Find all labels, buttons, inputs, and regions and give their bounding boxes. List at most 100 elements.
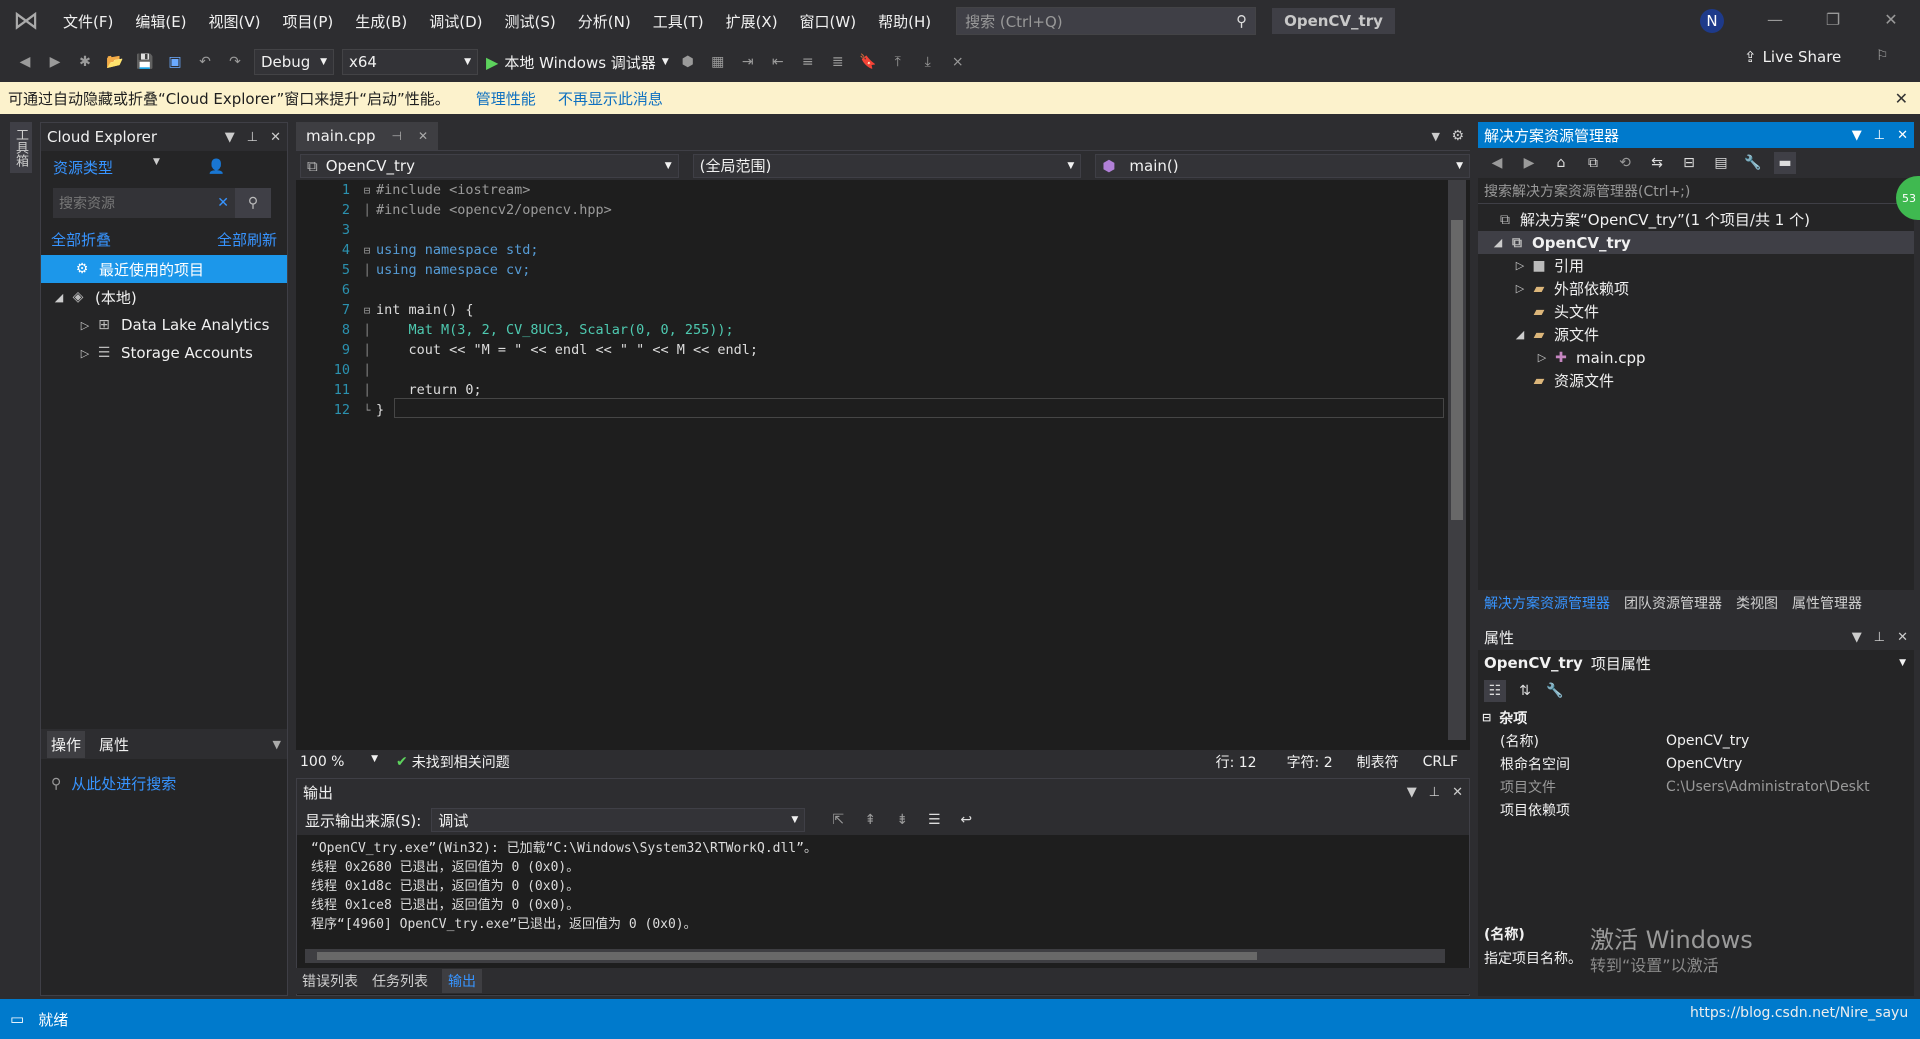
collapse-icon[interactable]: ⊟ <box>358 304 376 317</box>
dropdown-icon[interactable]: ▼ <box>225 130 235 145</box>
tab-mode-indicator[interactable]: 制表符 <box>1357 752 1399 772</box>
next-bookmark-icon[interactable]: ⤓ <box>917 51 939 73</box>
new-project-icon[interactable]: ✱ <box>74 51 96 73</box>
collapse-icon[interactable]: ⊟ <box>358 244 376 257</box>
menu-tools[interactable]: 工具(T) <box>642 11 715 32</box>
toolbox-tab[interactable]: 工具箱 <box>10 122 32 173</box>
tree-solution[interactable]: ⧉ 解决方案“OpenCV_try”(1 个项目/共 1 个) <box>1478 208 1914 231</box>
tree-main-cpp[interactable]: ▷ ✚ main.cpp <box>1478 346 1914 369</box>
menu-edit[interactable]: 编辑(E) <box>124 11 197 32</box>
tree-item-local[interactable]: ◢ ◈ (本地) <box>41 283 287 311</box>
show-all-files-icon[interactable]: ▤ <box>1710 152 1732 174</box>
collapse-icon[interactable]: ⊟ <box>358 184 376 197</box>
switch-views-icon[interactable]: ⧉ <box>1582 152 1604 174</box>
categorized-icon[interactable]: ☷ <box>1484 680 1506 702</box>
account-icon[interactable]: 👤 <box>208 159 225 175</box>
pin-icon[interactable]: ⊥ <box>247 130 258 145</box>
pending-changes-icon[interactable]: ⟲ <box>1614 152 1636 174</box>
feedback-icon[interactable]: ⚐ <box>1876 48 1889 64</box>
tab-solution-explorer[interactable]: 解决方案资源管理器 <box>1484 593 1610 613</box>
tree-header-files[interactable]: ▰ 头文件 <box>1478 300 1914 323</box>
code-area[interactable]: 1 ⊟ #include <iostream> 2 │ #include <opencv… <box>296 180 1446 740</box>
save-icon[interactable]: 💾 <box>134 51 156 73</box>
live-share-button[interactable]: ⇪ Live Share <box>1744 48 1841 66</box>
alphabetical-icon[interactable]: ⇅ <box>1514 680 1536 702</box>
menu-test[interactable]: 测试(S) <box>494 11 567 32</box>
menu-extensions[interactable]: 扩展(X) <box>715 11 789 32</box>
close-window-icon[interactable]: ✕ <box>1876 10 1906 29</box>
global-search-input[interactable]: 搜索 (Ctrl+Q) ⚲ <box>956 7 1257 35</box>
back-icon[interactable]: ◀ <box>14 51 36 73</box>
close-icon[interactable]: ✕ <box>1897 630 1908 645</box>
screenshot-icon[interactable]: ▦ <box>707 51 729 73</box>
collapse-all-icon[interactable]: ⊟ <box>1678 152 1700 174</box>
gear-icon[interactable]: ⚙ <box>1451 128 1464 144</box>
start-debugging-button[interactable]: ▶ 本地 Windows 调试器 ▼ <box>486 52 669 73</box>
issues-indicator[interactable]: ✔ 未找到相关问题 <box>396 752 510 772</box>
tree-resource-files[interactable]: ▰ 资源文件 <box>1478 369 1914 392</box>
close-icon[interactable]: ✕ <box>418 129 428 143</box>
forward-icon[interactable]: ▶ <box>1518 152 1540 174</box>
redo-icon[interactable]: ↷ <box>224 51 246 73</box>
back-icon[interactable]: ◀ <box>1486 152 1508 174</box>
pin-icon[interactable]: ⊥ <box>1874 630 1885 645</box>
tab-team-explorer[interactable]: 团队资源管理器 <box>1624 593 1722 613</box>
solution-search-input[interactable]: 搜索解决方案资源管理器(Ctrl+;) ⚲ <box>1478 178 1914 204</box>
close-icon[interactable]: ✕ <box>1895 89 1908 108</box>
menu-project[interactable]: 项目(P) <box>272 11 345 32</box>
refresh-all-link[interactable]: 全部刷新 <box>217 229 277 250</box>
prev-bookmark-icon[interactable]: ⤒ <box>887 51 909 73</box>
pin-icon[interactable]: ⊣ <box>392 129 402 143</box>
tab-property-manager[interactable]: 属性管理器 <box>1792 593 1862 613</box>
menu-view[interactable]: 视图(V) <box>198 11 272 32</box>
pin-icon[interactable]: ⊥ <box>1429 785 1440 800</box>
save-all-icon[interactable]: ▣ <box>164 51 186 73</box>
zoom-select[interactable]: 100 % ▼ <box>296 754 386 770</box>
forward-icon[interactable]: ▶ <box>44 51 66 73</box>
close-icon[interactable]: ✕ <box>270 130 281 145</box>
tab-class-view[interactable]: 类视图 <box>1736 593 1778 613</box>
close-icon[interactable]: ✕ <box>1452 785 1463 800</box>
account-avatar[interactable]: N <box>1700 9 1724 33</box>
comment-icon[interactable]: ≡ <box>797 51 819 73</box>
manage-performance-link[interactable]: 管理性能 <box>476 88 536 109</box>
bookmark-icon[interactable]: 🔖 <box>857 51 879 73</box>
property-row[interactable]: 项目依赖项 <box>1478 798 1914 821</box>
resource-search-input[interactable]: 搜索资源 ✕ <box>53 188 235 218</box>
indent-icon[interactable]: ⇥ <box>737 51 759 73</box>
collapsed-arrow-icon[interactable]: ▷ <box>1512 259 1528 272</box>
member-nav-select[interactable]: ⬢ main() ▼ <box>1095 153 1470 178</box>
property-row[interactable]: 根命名空间 OpenCVtry <box>1478 752 1914 775</box>
menu-file[interactable]: 文件(F) <box>52 11 124 32</box>
undo-icon[interactable]: ↶ <box>194 51 216 73</box>
outdent-icon[interactable]: ⇤ <box>767 51 789 73</box>
scrollbar-thumb[interactable] <box>1451 220 1463 520</box>
eol-indicator[interactable]: CRLF <box>1423 754 1458 770</box>
word-wrap-icon[interactable]: ↩ <box>955 809 977 831</box>
platform-select[interactable]: x64 ▼ <box>342 49 478 75</box>
dont-show-again-link[interactable]: 不再显示此消息 <box>558 88 663 109</box>
clear-bookmarks-icon[interactable]: ⨯ <box>947 51 969 73</box>
menu-help[interactable]: 帮助(H) <box>867 11 942 32</box>
collapsed-arrow-icon[interactable]: ▷ <box>1534 351 1550 364</box>
preview-icon[interactable]: ▬ <box>1774 152 1796 174</box>
wrench-icon[interactable]: 🔧 <box>1742 152 1764 174</box>
property-row[interactable]: (名称) OpenCV_try <box>1478 729 1914 752</box>
open-file-icon[interactable]: 📂 <box>104 51 126 73</box>
scope-nav-select[interactable]: (全局范围) ▼ <box>692 153 1082 178</box>
collapsed-arrow-icon[interactable]: ▷ <box>77 319 93 332</box>
home-icon[interactable]: ⌂ <box>1550 152 1572 174</box>
minimize-icon[interactable]: — <box>1760 10 1790 29</box>
restore-icon[interactable]: ❐ <box>1818 10 1848 29</box>
resource-type-select[interactable]: 资源类型 ▼ <box>53 157 160 178</box>
tab-actions[interactable]: 操作 <box>47 730 86 758</box>
output-source-select[interactable]: 调试 ▼ <box>431 808 806 832</box>
configuration-select[interactable]: Debug ▼ <box>254 49 334 75</box>
vertical-scrollbar[interactable] <box>1448 180 1466 740</box>
tree-item-storage[interactable]: ▷ ☰ Storage Accounts <box>41 339 287 367</box>
property-pages-icon[interactable]: 🔧 <box>1544 680 1566 702</box>
collapsed-arrow-icon[interactable]: ▷ <box>1512 282 1528 295</box>
attach-icon[interactable]: ⬢ <box>677 51 699 73</box>
clear-all-icon[interactable]: ☰ <box>923 809 945 831</box>
expanded-arrow-icon[interactable]: ◢ <box>1512 328 1528 341</box>
